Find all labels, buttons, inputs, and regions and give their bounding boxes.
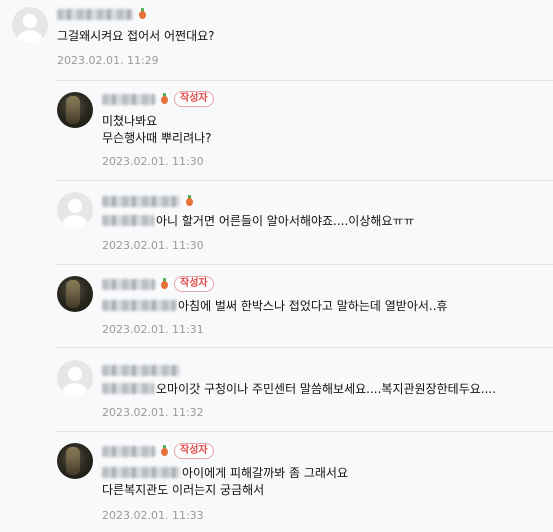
reply-item: 작성자 아침에 벌써 한박스나 접었다고 말하는데 열받아서..휴 2023.0…: [55, 264, 553, 348]
comment-timestamp: 2023.02.01. 11:30: [102, 155, 204, 168]
author-name[interactable]: [102, 278, 155, 290]
carrot-icon: [138, 8, 147, 20]
carrot-icon: [160, 278, 169, 290]
avatar[interactable]: [57, 276, 93, 312]
comment-text: 아이에게 피해갈까봐 좀 그래서요 다른복지관도 이러는지 궁금해서: [102, 466, 349, 497]
author-badge: 작성자: [174, 91, 214, 107]
comment-timestamp: 2023.02.01. 11:29: [57, 54, 159, 67]
comment-timestamp: 2023.02.01. 11:32: [102, 406, 204, 419]
author-name[interactable]: [102, 195, 180, 207]
redacted-mention: [102, 215, 154, 226]
redacted-mention: [102, 300, 176, 311]
comment-text: 아침에 벌써 한박스나 접었다고 말하는데 열받아서..휴: [102, 298, 448, 315]
avatar[interactable]: [57, 360, 93, 396]
comment-text: 오마이갓 구청이나 주민센터 말씀해보세요....복지관원장한테두요....: [102, 381, 496, 398]
avatar[interactable]: [57, 443, 93, 479]
avatar[interactable]: [12, 7, 48, 43]
comment-text: 아니 할거면 어른들이 알아서해야죠....이상해요ㅠㅠ: [102, 213, 415, 230]
author-name[interactable]: [102, 93, 155, 105]
comment-item: 그걸왜시켜요 접어서 어쩐대요? 2023.02.01. 11:29: [0, 0, 553, 80]
avatar[interactable]: [57, 92, 93, 128]
redacted-mention: [102, 467, 180, 478]
comment-timestamp: 2023.02.01. 11:31: [102, 323, 204, 336]
avatar[interactable]: [57, 192, 93, 228]
carrot-icon: [185, 195, 194, 207]
comments-page: { "badge_label": "작성자", "comments": [ { …: [0, 0, 553, 531]
author-name[interactable]: [102, 364, 180, 376]
comment-text: 그걸왜시켜요 접어서 어쩐대요?: [57, 29, 215, 43]
author-badge: 작성자: [174, 443, 214, 459]
author-name[interactable]: [102, 445, 155, 457]
reply-item: 오마이갓 구청이나 주민센터 말씀해보세요....복지관원장한테두요.... 2…: [55, 347, 553, 432]
carrot-icon: [160, 445, 169, 457]
comment-text: 미쳤나봐요 무슨행사때 뿌리려나?: [102, 114, 212, 145]
reply-item: 아니 할거면 어른들이 알아서해야죠....이상해요ㅠㅠ 2023.02.01.…: [55, 180, 553, 265]
comment-timestamp: 2023.02.01. 11:33: [102, 509, 204, 522]
carrot-icon: [160, 93, 169, 105]
author-name[interactable]: [57, 8, 133, 20]
reply-item: 작성자 미쳤나봐요 무슨행사때 뿌리려나? 2023.02.01. 11:30: [55, 80, 553, 181]
reply-item: 작성자 아이에게 피해갈까봐 좀 그래서요 다른복지관도 이러는지 궁금해서 2…: [55, 431, 553, 532]
redacted-mention: [102, 383, 154, 394]
author-badge: 작성자: [174, 276, 214, 292]
comment-timestamp: 2023.02.01. 11:30: [102, 239, 204, 252]
